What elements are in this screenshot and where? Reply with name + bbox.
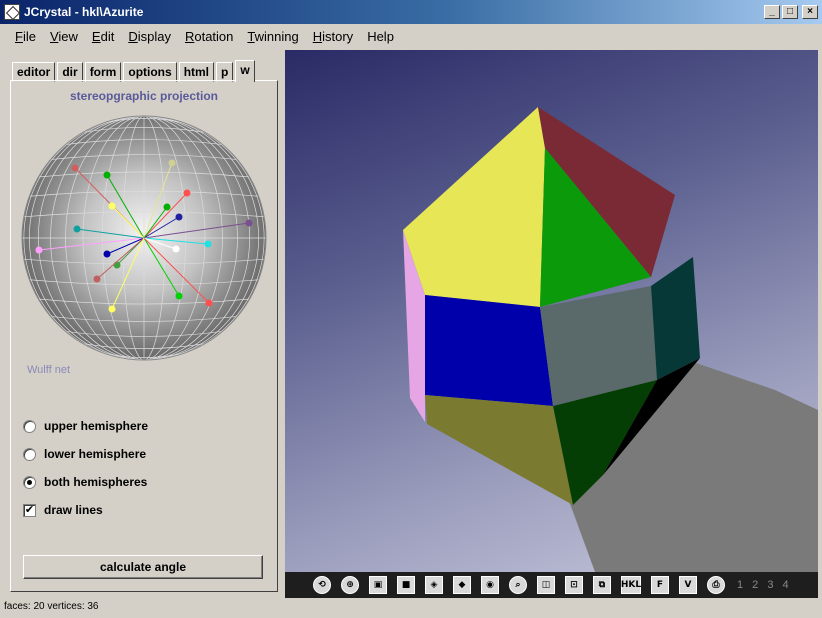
menu-help[interactable]: Help xyxy=(360,29,401,44)
minimize-button[interactable]: _ xyxy=(764,5,780,19)
zoom-mouse-icon[interactable]: ⊕ xyxy=(341,576,359,594)
menu-rotation[interactable]: Rotation xyxy=(178,29,240,44)
wulff-net-label: Wulff net xyxy=(27,364,71,376)
crystal-face-teal xyxy=(651,257,700,380)
pole-point xyxy=(205,299,213,307)
tab-form[interactable]: form xyxy=(84,62,122,82)
menu-history[interactable]: History xyxy=(306,29,360,44)
tab-strip: editor dir form options html p w xyxy=(12,60,257,82)
tab-html[interactable]: html xyxy=(178,62,215,82)
square-icon[interactable]: ■ xyxy=(397,576,415,594)
pole-point xyxy=(175,213,183,221)
pole-point xyxy=(35,246,43,254)
crystal-face-olive xyxy=(425,395,573,505)
radio-lower-hemisphere[interactable]: lower hemisphere xyxy=(23,445,146,463)
view-toolbar: ⟲ ⊕ ▣ ■ ◈ ◆ ◉ ⌕ ◫ ⊡ ⧉ HKL F V ⎙ 1 2 3 4 xyxy=(285,572,818,598)
pole-point xyxy=(103,171,111,179)
tab-w[interactable]: w xyxy=(235,60,255,82)
pole-point xyxy=(108,305,116,313)
pole-point xyxy=(108,202,116,210)
frame-icon[interactable]: ▣ xyxy=(369,576,387,594)
tab-dir[interactable]: dir xyxy=(57,62,83,82)
radio-both-hemispheres[interactable]: both hemispheres xyxy=(23,473,147,491)
vertices-button[interactable]: V xyxy=(679,576,697,594)
window-title: JCrystal - hkl\Azurite xyxy=(24,5,144,19)
pole-point xyxy=(168,159,176,167)
tab-editor[interactable]: editor xyxy=(12,62,56,82)
tab-options[interactable]: options xyxy=(123,62,177,82)
title-bar: JCrystal - hkl\Azurite _ □ × xyxy=(0,0,822,24)
pole-point xyxy=(163,203,171,211)
stereographic-projection[interactable] xyxy=(19,113,269,363)
rotate-diamond-icon[interactable]: ◆ xyxy=(453,576,471,594)
export-image-icon[interactable]: ⧉ xyxy=(593,576,611,594)
double-frame-icon[interactable]: ◫ xyxy=(537,576,555,594)
left-panel: editor dir form options html p w stereop… xyxy=(8,58,280,594)
tab-p[interactable]: p xyxy=(216,62,234,82)
pole-point xyxy=(245,219,253,227)
hkl-button[interactable]: HKL xyxy=(621,576,641,594)
menu-twinning[interactable]: Twinning xyxy=(240,29,305,44)
menu-view[interactable]: View xyxy=(43,29,85,44)
page-numbers[interactable]: 1 2 3 4 xyxy=(737,579,792,591)
pole-point xyxy=(172,245,180,253)
radio-button[interactable] xyxy=(23,447,36,461)
close-button[interactable]: × xyxy=(802,5,818,19)
print-icon[interactable]: ⎙ xyxy=(707,576,725,594)
move-diamond-icon[interactable]: ◈ xyxy=(425,576,443,594)
pole-point xyxy=(71,164,79,172)
crystal-3d-view[interactable] xyxy=(285,50,818,572)
menu-file[interactable]: File xyxy=(8,29,43,44)
checkbox-checked[interactable]: ✔ xyxy=(23,503,36,517)
faces-button[interactable]: F xyxy=(651,576,669,594)
pole-point xyxy=(183,189,191,197)
pole-point xyxy=(204,240,212,248)
pole-point xyxy=(73,225,81,233)
pole-point xyxy=(103,250,111,258)
rotate-mouse-icon[interactable]: ⟲ xyxy=(313,576,331,594)
magnifier-icon[interactable]: ⌕ xyxy=(509,576,527,594)
pole-point xyxy=(175,292,183,300)
radio-button[interactable] xyxy=(23,419,36,433)
crystal-face-yellow xyxy=(403,107,545,307)
menu-display[interactable]: Display xyxy=(121,29,178,44)
radio-upper-hemisphere[interactable]: upper hemisphere xyxy=(23,417,148,435)
status-bar: faces: 20 vertices: 36 xyxy=(4,601,99,612)
radio-button-selected[interactable] xyxy=(23,475,36,489)
pole-point xyxy=(113,261,121,269)
projection-title: stereopgraphic projection xyxy=(69,89,219,103)
maximize-button[interactable]: □ xyxy=(782,5,798,19)
tab-panel-w: stereopgraphic projection Wulff net uppe… xyxy=(10,80,278,592)
eye-icon[interactable]: ◉ xyxy=(481,576,499,594)
crystal-face-blue xyxy=(425,295,553,406)
menu-bar: File View Edit Display Rotation Twinning… xyxy=(0,24,822,48)
app-icon xyxy=(4,4,20,20)
fit-view-icon[interactable]: ⊡ xyxy=(565,576,583,594)
pole-point xyxy=(93,275,101,283)
menu-edit[interactable]: Edit xyxy=(85,29,121,44)
checkbox-draw-lines[interactable]: ✔ draw lines xyxy=(23,501,103,519)
calculate-angle-button[interactable]: calculate angle xyxy=(23,555,263,579)
